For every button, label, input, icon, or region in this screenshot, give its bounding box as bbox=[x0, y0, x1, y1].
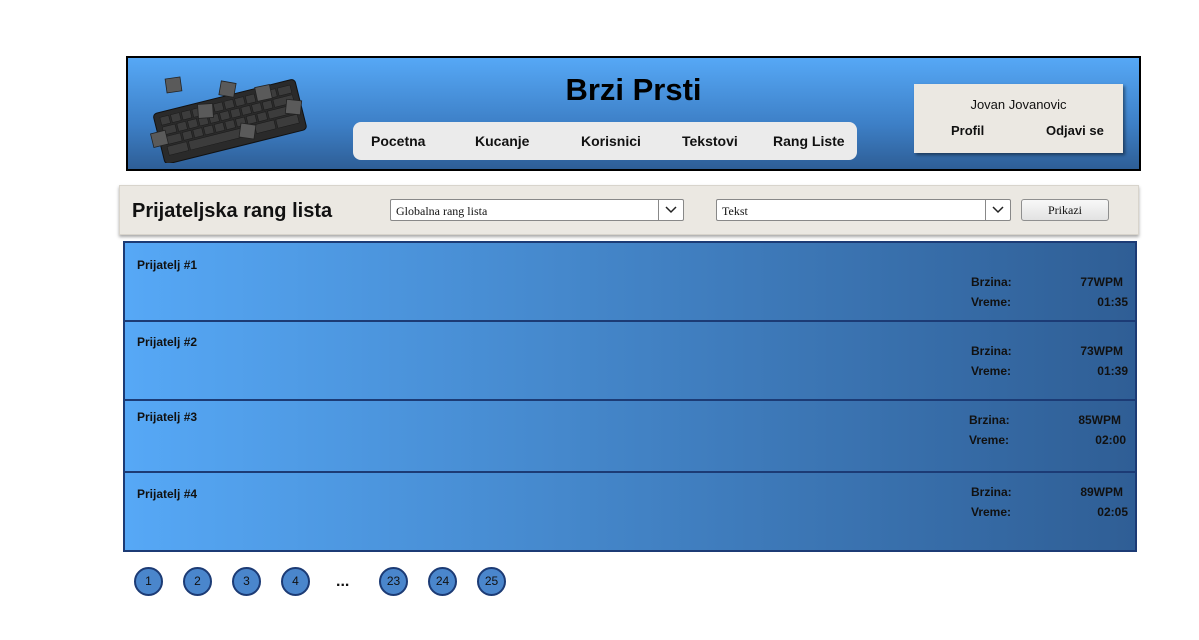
pagination-ellipsis: ... bbox=[336, 573, 350, 590]
main-nav: Pocetna Kucanje Korisnici Tekstovi Rang … bbox=[353, 122, 857, 160]
page-button-2[interactable]: 2 bbox=[183, 567, 212, 596]
text-select-value: Tekst bbox=[722, 204, 748, 218]
page-button-24[interactable]: 24 bbox=[428, 567, 457, 596]
filter-bar: Prijateljska rang lista Globalna rang li… bbox=[119, 185, 1139, 235]
list-item[interactable]: Prijatelj #4 Brzina: 89WPM Vreme: 02:05 bbox=[123, 471, 1137, 552]
nav-item-korisnici[interactable]: Korisnici bbox=[581, 133, 641, 149]
time-value: 02:05 bbox=[1097, 505, 1128, 519]
friend-name: Prijatelj #3 bbox=[137, 410, 198, 424]
list-item[interactable]: Prijatelj #3 Brzina: 85WPM Vreme: 02:00 bbox=[123, 399, 1137, 471]
time-label: Vreme: bbox=[971, 364, 1012, 378]
friend-name: Prijatelj #2 bbox=[137, 335, 198, 349]
page-button-4[interactable]: 4 bbox=[281, 567, 310, 596]
list-item[interactable]: Prijatelj #2 Brzina: 73WPM Vreme: 01:39 bbox=[123, 320, 1137, 399]
page-button-3[interactable]: 3 bbox=[232, 567, 261, 596]
app-title: Brzi Prsti bbox=[565, 72, 702, 107]
time-label: Vreme: bbox=[969, 433, 1010, 447]
nav-item-rang-liste[interactable]: Rang Liste bbox=[773, 133, 845, 149]
user-name: Jovan Jovanovic bbox=[970, 97, 1067, 112]
nav-item-tekstovi[interactable]: Tekstovi bbox=[682, 133, 738, 149]
ranking-type-value: Globalna rang lista bbox=[396, 204, 488, 218]
time-value: 02:00 bbox=[1095, 433, 1126, 447]
speed-label: Brzina: bbox=[969, 413, 1010, 427]
page-title: Prijateljska rang lista bbox=[132, 200, 333, 222]
speed-value: 85WPM bbox=[1078, 413, 1121, 427]
speed-label: Brzina: bbox=[971, 485, 1012, 499]
chevron-down-icon[interactable] bbox=[985, 200, 1010, 220]
show-button[interactable]: Prikazi bbox=[1021, 199, 1109, 221]
time-label: Vreme: bbox=[971, 295, 1012, 309]
logout-link[interactable]: Odjavi se bbox=[1046, 123, 1104, 138]
speed-label: Brzina: bbox=[971, 344, 1012, 358]
profile-link[interactable]: Profil bbox=[951, 123, 984, 138]
speed-value: 77WPM bbox=[1080, 275, 1123, 289]
time-value: 01:35 bbox=[1097, 295, 1128, 309]
time-label: Vreme: bbox=[971, 505, 1012, 519]
page-button-25[interactable]: 25 bbox=[477, 567, 506, 596]
nav-item-kucanje[interactable]: Kucanje bbox=[475, 133, 529, 149]
speed-value: 89WPM bbox=[1080, 485, 1123, 499]
speed-value: 73WPM bbox=[1080, 344, 1123, 358]
ranking-list: Prijatelj #1 Brzina: 77WPM Vreme: 01:35 … bbox=[123, 241, 1137, 552]
chevron-down-icon[interactable] bbox=[658, 200, 683, 220]
list-item[interactable]: Prijatelj #1 Brzina: 77WPM Vreme: 01:35 bbox=[123, 241, 1137, 320]
friend-name: Prijatelj #4 bbox=[137, 487, 198, 501]
nav-item-pocetna[interactable]: Pocetna bbox=[371, 133, 425, 149]
keyboard-logo bbox=[150, 76, 307, 163]
ranking-type-select[interactable]: Globalna rang lista bbox=[390, 199, 684, 221]
speed-label: Brzina: bbox=[971, 275, 1012, 289]
app-header: Brzi Prsti Pocetna Kucanje Korisnici Tek… bbox=[126, 56, 1141, 171]
friend-name: Prijatelj #1 bbox=[137, 258, 198, 272]
text-select[interactable]: Tekst bbox=[716, 199, 1011, 221]
page-button-1[interactable]: 1 bbox=[134, 567, 163, 596]
user-panel: Jovan Jovanovic Profil Odjavi se bbox=[914, 84, 1123, 153]
time-value: 01:39 bbox=[1097, 364, 1128, 378]
page-button-23[interactable]: 23 bbox=[379, 567, 408, 596]
